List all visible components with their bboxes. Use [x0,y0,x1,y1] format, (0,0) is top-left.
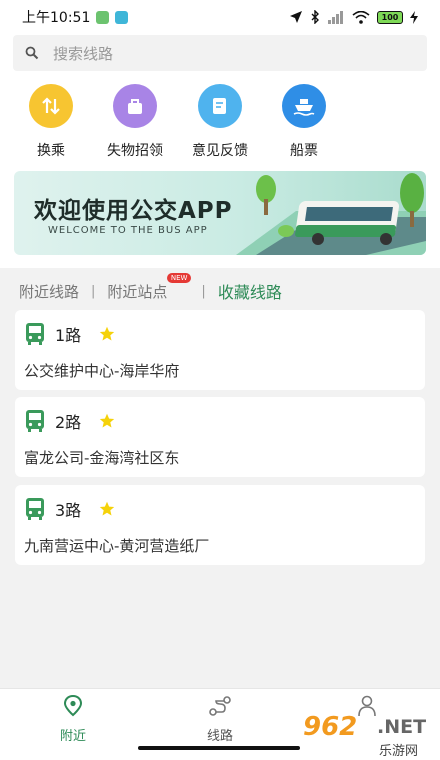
tab-nearby-routes[interactable]: 附近线路 [19,281,79,302]
header-area: 上午10:51 100 搜索线路 换乘 失物招领 意见反馈 船票 欢迎使用公交A… [0,0,440,268]
nav-label: 线路 [206,729,233,744]
bus-icon [26,323,44,345]
route-name: 3路 [55,501,82,520]
quick-action-transfer[interactable]: 换乘 [11,84,91,160]
nav-label: 附近 [59,729,86,744]
banner-subtitle: WELCOME TO THE BUS APP [48,225,208,236]
tab-divider: | [91,283,96,299]
quick-action-label: 失物招领 [107,143,163,159]
message-icon [115,10,129,24]
feedback-icon [198,84,242,128]
wifi-icon [352,10,370,24]
route-card-header: 1路 [25,322,115,346]
banner-title: 欢迎使用公交APP [34,198,233,224]
quick-action-ship[interactable]: 船票 [264,84,344,160]
welcome-banner[interactable]: 欢迎使用公交APP WELCOME TO THE BUS APP [14,171,426,255]
route-card[interactable]: 2路 富龙公司-金海湾社区东 [15,397,425,477]
quick-action-label: 意见反馈 [192,143,248,159]
search-input[interactable]: 搜索线路 [13,35,427,71]
star-icon[interactable] [99,326,115,342]
route-card[interactable]: 3路 九南营运中心-黄河营造纸厂 [15,485,425,565]
signal-icon [328,10,343,24]
lost-found-icon [113,84,157,128]
tab-divider: | [201,283,206,299]
route-card[interactable]: 1路 公交维护中心-海岸华府 [15,310,425,390]
bus-icon [26,498,44,520]
route-stops: 富龙公司-金海湾社区东 [24,449,180,467]
status-bar: 上午10:51 100 [0,0,440,34]
nav-routes[interactable]: 线路 [180,695,260,744]
route-name: 1路 [55,326,82,345]
quick-action-label: 换乘 [37,143,65,159]
bluetooth-icon [311,10,319,24]
route-tabs: 附近线路 | 附近站点 NEW | 收藏线路 [0,272,440,306]
battery-icon: 100 [377,10,403,24]
route-stops: 公交维护中心-海岸华府 [24,362,180,380]
location-arrow-icon [290,11,302,23]
ship-icon [282,84,326,128]
tab-label: 附近站点 [107,282,168,301]
tab-favorite-routes[interactable]: 收藏线路 [218,279,282,303]
search-icon [25,46,39,60]
watermark-number: 962 [303,712,358,742]
quick-action-label: 船票 [290,143,318,159]
route-card-header: 3路 [25,497,115,521]
quick-actions: 换乘 失物招领 意见反馈 船票 [0,84,440,164]
search-placeholder: 搜索线路 [53,44,114,63]
star-icon[interactable] [99,501,115,517]
watermark-domain: .NET [377,716,427,738]
bus-illustration [236,173,426,255]
new-badge: NEW [166,272,192,283]
route-name: 2路 [55,413,82,432]
charging-icon [410,10,418,24]
location-pin-icon [63,694,83,717]
watermark-logo: 962 .NET 乐游网 [303,712,435,759]
quick-action-feedback[interactable]: 意见反馈 [180,84,260,160]
route-stops: 九南营运中心-黄河营造纸厂 [24,537,210,555]
home-indicator[interactable] [138,746,300,750]
transfer-icon [29,84,73,128]
status-time: 上午10:51 [22,10,91,26]
tab-nearby-stops[interactable]: 附近站点 NEW [107,272,192,302]
star-icon[interactable] [99,413,115,429]
bus-icon [26,410,44,432]
watermark-text: 乐游网 [379,744,419,759]
route-icon [209,696,231,716]
notification-icon [96,10,110,24]
quick-action-lost-found[interactable]: 失物招领 [95,84,175,160]
route-card-header: 2路 [25,409,115,433]
nav-nearby[interactable]: 附近 [33,694,113,744]
